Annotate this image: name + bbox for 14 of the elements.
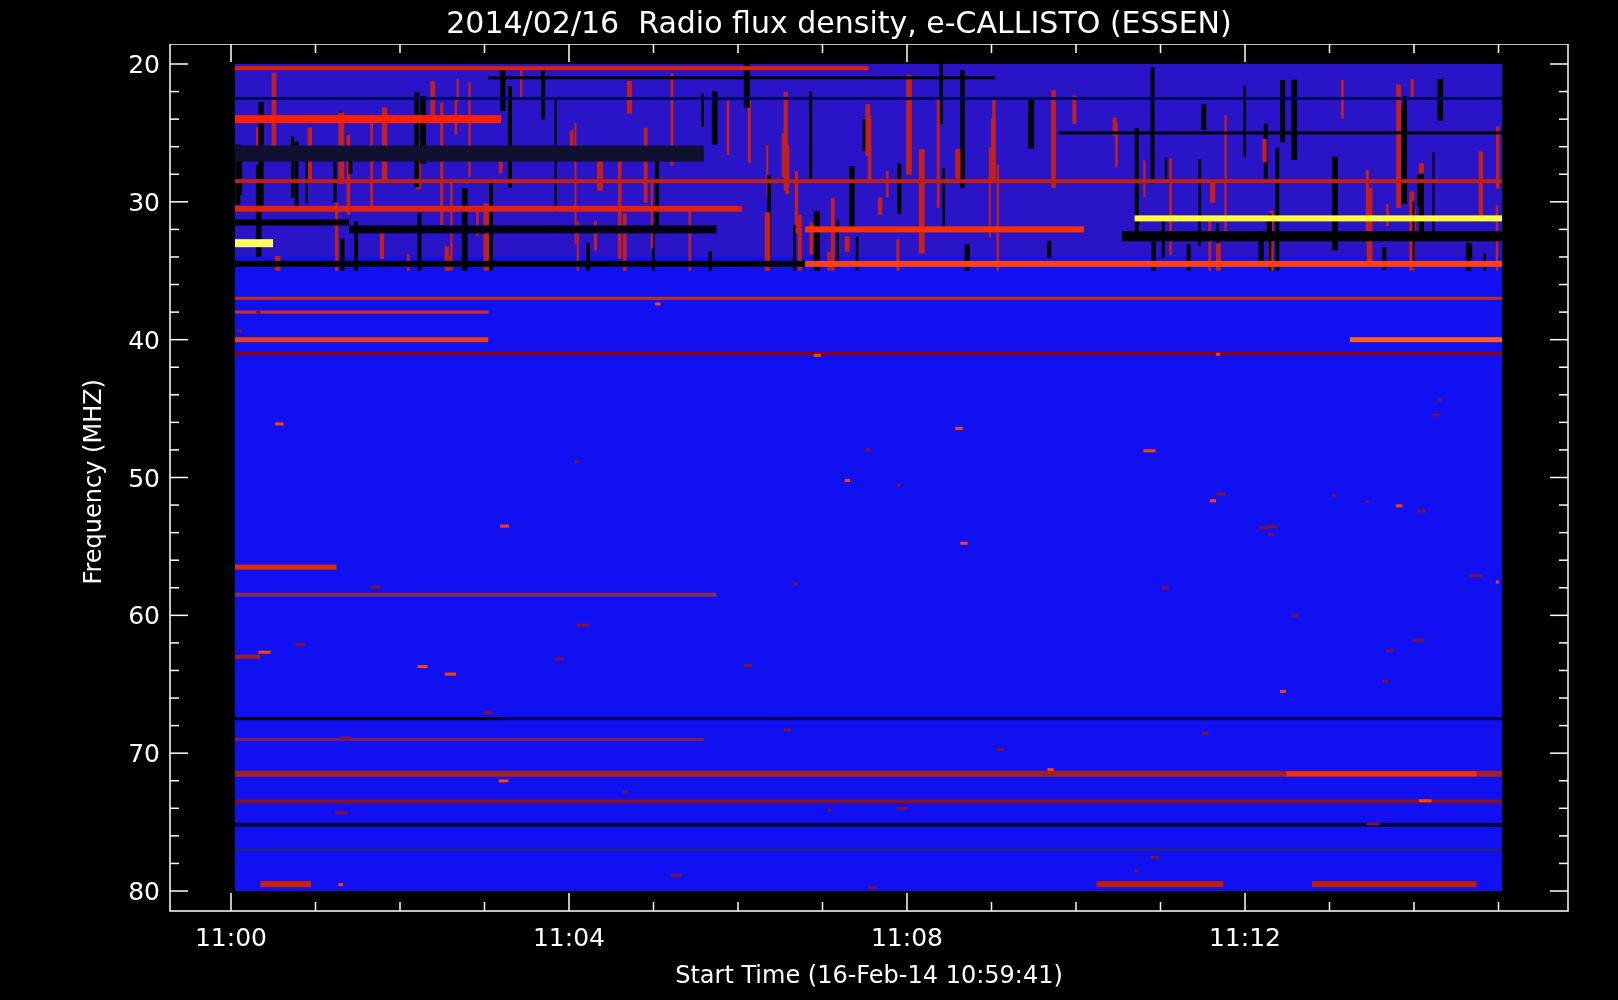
y-tick-label: 50 (128, 463, 160, 493)
y-axis-label: Frequency (MHZ) (80, 379, 106, 585)
y-tick-label: 20 (128, 50, 160, 79)
y-tick-label: 30 (128, 187, 160, 217)
x-tick-label: 11:12 (1209, 923, 1281, 950)
x-tick-label: 11:00 (195, 923, 267, 950)
chart-title: 2014/02/16 Radio flux density, e-CALLISTO (ESSEN) (446, 4, 1232, 40)
x-tick-label: 11:08 (871, 923, 943, 950)
y-tick-label: 70 (128, 739, 160, 769)
y-tick-label: 60 (128, 601, 160, 631)
x-axis-label: Start Time (16-Feb-14 10:59:41) (675, 961, 1063, 989)
y-tick-label: 80 (128, 877, 160, 906)
x-tick-label: 11:04 (533, 923, 605, 950)
y-tick-label: 40 (128, 325, 160, 355)
